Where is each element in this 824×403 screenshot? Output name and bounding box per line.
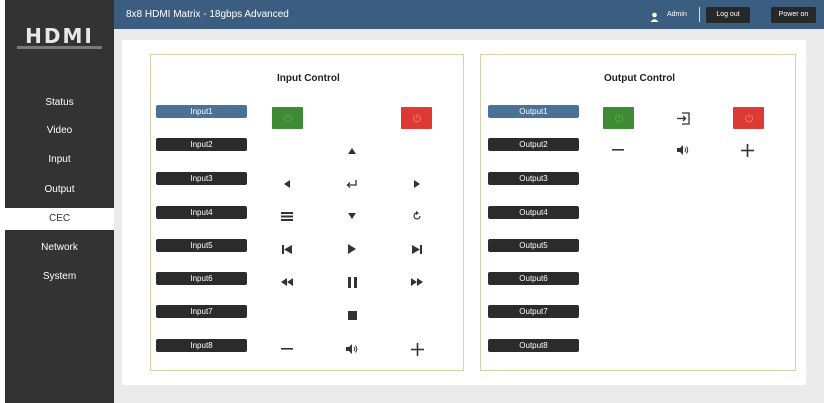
user-name: Admin	[667, 11, 687, 18]
source-input-icon[interactable]	[673, 111, 693, 125]
input-port-3[interactable]: Input3	[156, 172, 247, 185]
down-arrow-icon[interactable]	[342, 209, 362, 223]
input-port-5[interactable]: Input5	[156, 239, 247, 252]
brand-logo: HDMI	[25, 24, 94, 48]
sidebar-item-system[interactable]: System	[5, 266, 114, 288]
sidebar-item-output[interactable]: Output	[5, 179, 114, 201]
output-power-on-button[interactable]	[603, 107, 634, 129]
output-port-3[interactable]: Output3	[488, 172, 579, 185]
pause-icon[interactable]	[342, 275, 362, 289]
back-icon[interactable]	[407, 209, 427, 223]
sidebar-item-cec[interactable]: CEC	[5, 208, 114, 230]
sidebar-item-network[interactable]: Network	[5, 237, 114, 259]
app-title: 8x8 HDMI Matrix - 18gbps Advanced	[126, 9, 289, 20]
output-port-6[interactable]: Output6	[488, 272, 579, 285]
output-control-title: Output Control	[604, 73, 676, 84]
mute-speaker-icon[interactable]	[342, 342, 362, 356]
volume-up-icon[interactable]	[407, 342, 427, 356]
volume-down-icon[interactable]	[277, 342, 297, 356]
input-port-7[interactable]: Input7	[156, 305, 247, 318]
input-power-off-button[interactable]	[401, 107, 432, 129]
right-arrow-icon[interactable]	[407, 177, 427, 191]
power-icon	[744, 114, 753, 123]
input-port-8[interactable]: Input8	[156, 339, 247, 352]
input-port-2[interactable]: Input2	[156, 138, 247, 151]
power-icon	[614, 114, 623, 123]
output-volume-down-icon[interactable]	[608, 143, 628, 157]
up-arrow-icon[interactable]	[342, 144, 362, 158]
input-port-4[interactable]: Input4	[156, 206, 247, 219]
logo-tagline-bar	[17, 46, 102, 49]
header-divider	[699, 7, 700, 22]
power-on-button[interactable]: Power on	[771, 7, 816, 23]
enter-icon[interactable]	[342, 177, 362, 191]
output-port-2[interactable]: Output2	[488, 138, 579, 151]
next-track-icon[interactable]	[407, 242, 427, 256]
power-icon	[412, 114, 421, 123]
output-port-7[interactable]: Output7	[488, 305, 579, 318]
logout-button[interactable]: Log out	[706, 7, 750, 23]
play-icon[interactable]	[342, 242, 362, 256]
sidebar-item-video[interactable]: Video	[5, 120, 114, 142]
menu-icon[interactable]	[277, 209, 297, 223]
sidebar-item-status[interactable]: Status	[5, 92, 114, 114]
user-icon	[650, 9, 659, 27]
output-volume-up-icon[interactable]	[737, 143, 757, 157]
left-arrow-icon[interactable]	[277, 177, 297, 191]
output-mute-speaker-icon[interactable]	[673, 143, 693, 157]
sidebar-item-input[interactable]: Input	[5, 149, 114, 171]
stop-icon[interactable]	[342, 308, 362, 322]
output-port-5[interactable]: Output5	[488, 239, 579, 252]
fast-forward-icon[interactable]	[407, 275, 427, 289]
power-icon	[283, 114, 292, 123]
output-port-4[interactable]: Output4	[488, 206, 579, 219]
sidebar: HDMI Status Video Input Output CEC Netwo…	[5, 0, 114, 403]
output-port-8[interactable]: Output8	[488, 339, 579, 352]
output-port-1[interactable]: Output1	[488, 105, 579, 118]
previous-track-icon[interactable]	[277, 242, 297, 256]
top-bar: 8x8 HDMI Matrix - 18gbps Advanced Admin …	[114, 0, 824, 29]
input-control-title: Input Control	[277, 73, 340, 84]
input-port-1[interactable]: Input1	[156, 105, 247, 118]
rewind-icon[interactable]	[277, 275, 297, 289]
input-power-on-button[interactable]	[272, 107, 303, 129]
input-port-6[interactable]: Input6	[156, 272, 247, 285]
output-power-off-button[interactable]	[733, 107, 764, 129]
